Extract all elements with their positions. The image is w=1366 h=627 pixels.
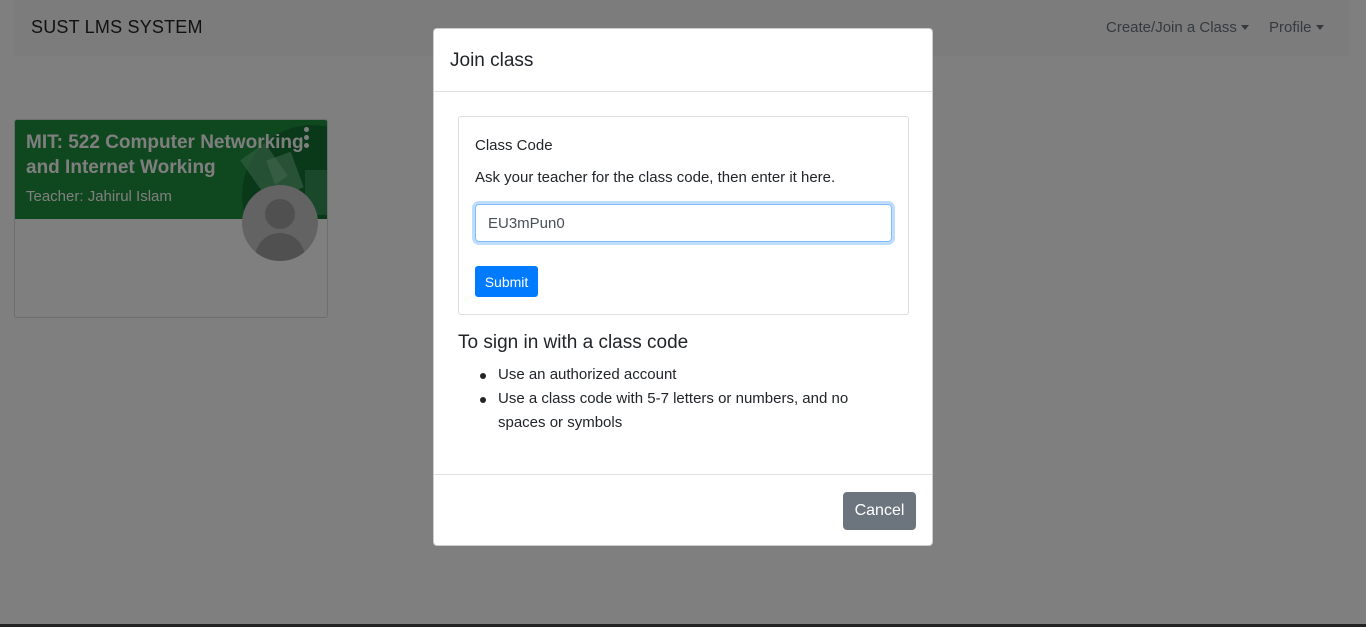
class-code-label: Class Code bbox=[475, 137, 553, 154]
modal-header: Join class bbox=[434, 29, 932, 92]
class-code-help: Ask your teacher for the class code, the… bbox=[475, 169, 836, 186]
join-class-modal: Join class Class Code Ask your teacher f… bbox=[433, 28, 933, 546]
submit-button[interactable]: Submit bbox=[475, 266, 538, 297]
class-code-box: Class Code Ask your teacher for the clas… bbox=[458, 116, 909, 315]
class-code-input[interactable] bbox=[475, 204, 892, 242]
list-item: Use an authorized account bbox=[480, 363, 898, 387]
list-item: Use a class code with 5-7 letters or num… bbox=[480, 387, 898, 435]
modal-footer: Cancel bbox=[434, 474, 932, 545]
signin-instructions: Use an authorized account Use a class co… bbox=[480, 363, 898, 435]
modal-title: Join class bbox=[450, 50, 534, 71]
cancel-button[interactable]: Cancel bbox=[843, 492, 916, 530]
signin-heading: To sign in with a class code bbox=[458, 332, 689, 353]
